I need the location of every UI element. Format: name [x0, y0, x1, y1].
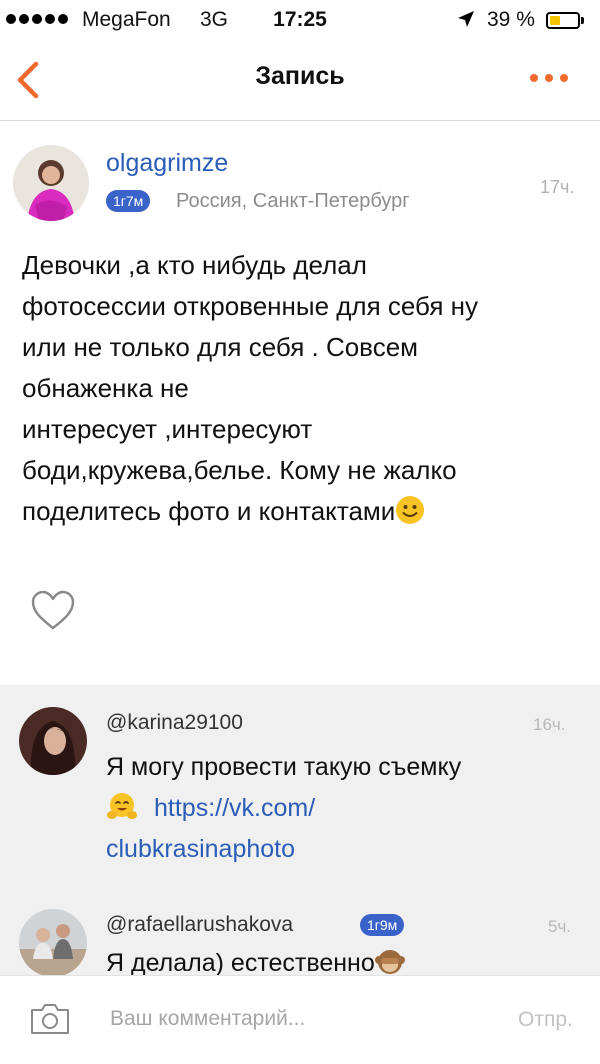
comment-body: Я могу провести такую съемку https://vk.… [106, 747, 576, 870]
post-timestamp: 17ч. [540, 177, 575, 197]
battery-icon [546, 12, 580, 29]
comment-author-name[interactable]: @rafaellarushakova [106, 913, 293, 937]
post-body-text: Девочки ,а кто нибудь делал фотосессии о… [22, 250, 479, 526]
battery-tip [581, 17, 584, 24]
smile-emoji-icon [396, 496, 425, 524]
post-body: Девочки ,а кто нибудь делал фотосессии о… [22, 245, 582, 532]
hugging-face-emoji-icon [107, 793, 137, 819]
post-card: olgagrimze 1г7м Россия, Санкт-Петербург … [0, 121, 600, 685]
post-location: Россия, Санкт-Петербург [176, 190, 410, 212]
post-author-avatar[interactable] [13, 145, 89, 221]
comment-author-avatar[interactable] [19, 909, 87, 975]
comment-timestamp: 16ч. [533, 715, 566, 734]
page-title: Запись [255, 62, 345, 90]
membership-badge: 1г9м [360, 914, 405, 936]
membership-badge: 1г7м [106, 190, 151, 212]
comment-author-avatar[interactable] [19, 707, 87, 775]
comments-section: @karina29100 16ч. Я могу провести такую … [0, 685, 600, 975]
navigation-bar: Запись [0, 40, 600, 121]
comment-author-name[interactable]: @karina29100 [106, 711, 243, 735]
send-button[interactable]: Отпр. [518, 1008, 573, 1032]
comment-body: Я делала) естественно [106, 947, 405, 975]
more-dots-icon[interactable] [530, 70, 574, 86]
comment-timestamp: 5ч. [548, 917, 572, 936]
comment-input[interactable] [110, 998, 500, 1040]
camera-icon[interactable] [29, 1002, 71, 1036]
post-author-name[interactable]: olgagrimze [106, 149, 228, 178]
location-arrow-icon [458, 11, 474, 27]
see-no-evil-monkey-emoji-icon [374, 950, 405, 974]
comment-text: Я могу провести такую съемку [106, 753, 462, 781]
comment-composer: Отпр. [0, 975, 600, 1064]
comment-text: Я делала) естественно [106, 949, 375, 975]
battery-percentage: 39 % [487, 8, 535, 31]
heart-outline-icon[interactable] [30, 589, 76, 631]
status-bar: MegaFon 3G 17:25 39 % [0, 0, 600, 40]
